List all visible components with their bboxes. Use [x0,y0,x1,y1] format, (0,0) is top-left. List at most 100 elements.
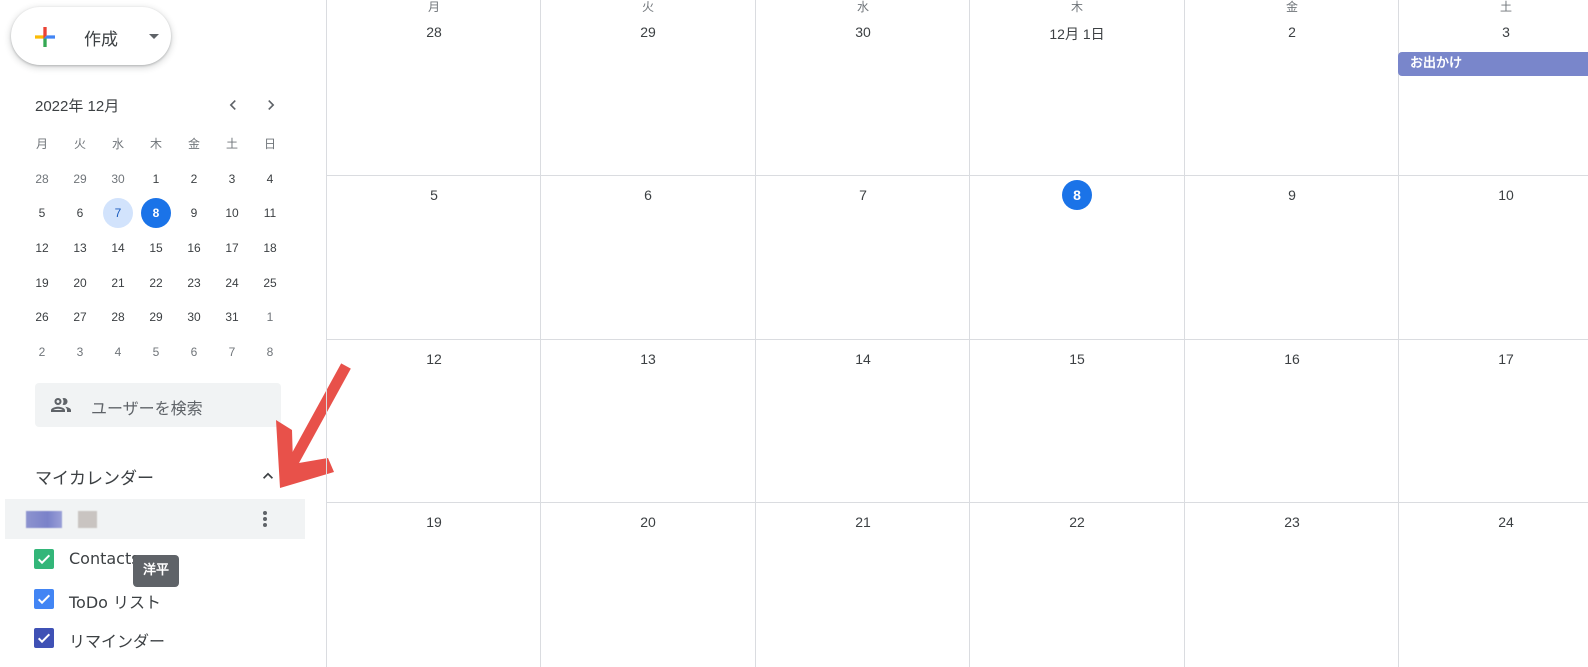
mini-day[interactable]: 10 [213,198,251,228]
mini-day[interactable]: 5 [23,198,61,228]
day-number[interactable]: 3 [1399,24,1588,40]
mini-day[interactable]: 6 [175,337,213,367]
day-number[interactable]: 29 [541,24,755,40]
mini-day[interactable]: 19 [23,268,61,298]
more-options-icon[interactable] [257,508,273,530]
next-month-button[interactable] [261,95,281,115]
day-number[interactable]: 23 [1185,514,1399,530]
mini-day[interactable]: 3 [61,337,99,367]
mini-day[interactable]: 9 [175,198,213,228]
calendar-item-contacts[interactable]: Contacts [34,548,140,570]
mini-day-today[interactable]: 8 [137,198,175,229]
day-number[interactable]: 20 [541,514,755,530]
todo-checkbox[interactable] [34,589,54,609]
day-number[interactable]: 7 [756,187,970,203]
mini-day[interactable]: 30 [175,302,213,332]
mini-week-row: 12 13 14 15 16 17 18 [23,231,289,266]
day-number[interactable]: 16 [1185,351,1399,367]
mini-day[interactable]: 4 [251,164,289,194]
search-people-input[interactable]: ユーザーを検索 [35,383,281,427]
calendar-item-todo[interactable]: ToDo リスト [34,588,161,612]
mini-day[interactable]: 31 [213,302,251,332]
mini-calendar-grid: 月 火 水 木 金 土 日 28 29 30 1 2 3 4 5 6 7 8 9… [23,127,289,369]
mini-day[interactable]: 6 [61,198,99,228]
search-people-placeholder: ユーザーを検索 [91,399,203,418]
mini-day[interactable]: 13 [61,233,99,263]
mini-weekday: 水 [111,137,124,152]
mini-day[interactable]: 4 [99,337,137,367]
grid-line [1184,0,1185,667]
mini-day[interactable]: 14 [99,233,137,263]
mini-day[interactable]: 8 [251,337,289,367]
mini-weekday: 土 [225,137,238,152]
mini-day[interactable]: 30 [99,164,137,194]
contacts-checkbox[interactable] [34,549,54,569]
day-number[interactable]: 19 [327,514,541,530]
mini-day[interactable]: 15 [137,233,175,263]
mini-day[interactable]: 23 [175,268,213,298]
weekday-label: 水 [856,0,869,14]
my-calendars-header[interactable]: マイカレンダー [35,464,280,489]
day-number[interactable]: 21 [756,514,970,530]
mini-day[interactable]: 5 [137,337,175,367]
event-chip[interactable]: お出かけ [1398,52,1588,76]
mini-day[interactable]: 25 [251,268,289,298]
create-button[interactable]: 作成 [11,7,171,65]
day-number[interactable]: 24 [1399,514,1588,530]
grid-line [755,0,756,667]
day-number[interactable]: 10 [1399,187,1588,203]
chevron-up-icon[interactable] [258,466,278,486]
day-number[interactable]: 15 [970,351,1184,367]
day-number[interactable]: 2 [1185,24,1399,40]
mini-calendar-header: 2022年 12月 [35,95,285,117]
mini-day[interactable]: 28 [99,302,137,332]
mini-day[interactable]: 1 [137,164,175,194]
day-number[interactable]: 6 [541,187,755,203]
reminders-checkbox[interactable] [34,628,54,648]
sidebar: 作成 2022年 12月 月 火 水 木 金 土 日 28 29 30 1 2 … [0,0,327,667]
plus-icon [35,27,55,47]
mini-week-row: 19 20 21 22 23 24 25 [23,265,289,300]
day-number[interactable]: 30 [756,24,970,40]
day-number[interactable]: 28 [327,24,541,40]
mini-day[interactable]: 2 [23,337,61,367]
mini-day[interactable]: 27 [61,302,99,332]
mini-day[interactable]: 7 [213,337,251,367]
mini-day-selected[interactable]: 7 [99,198,137,229]
day-number[interactable]: 5 [327,187,541,203]
mini-day[interactable]: 18 [251,233,289,263]
mini-day[interactable]: 26 [23,302,61,332]
mini-day[interactable]: 29 [137,302,175,332]
mini-day[interactable]: 11 [251,198,289,228]
mini-weekday: 月 [35,137,48,152]
mini-day[interactable]: 20 [61,268,99,298]
day-number-today[interactable]: 8 [970,180,1184,210]
mini-day[interactable]: 16 [175,233,213,263]
calendar-item-label: ToDo リスト [69,593,162,612]
check-icon [37,594,51,605]
prev-month-button[interactable] [223,95,243,115]
mini-day[interactable]: 29 [61,164,99,194]
day-number[interactable]: 12 [327,351,541,367]
mini-day[interactable]: 28 [23,164,61,194]
mini-day[interactable]: 1 [251,302,289,332]
mini-day[interactable]: 3 [213,164,251,194]
mini-weekday-row: 月 火 水 木 金 土 日 [23,127,289,162]
day-number[interactable]: 9 [1185,187,1399,203]
calendar-item-reminders[interactable]: リマインダー [34,627,165,651]
redacted-calendar-name [78,511,97,528]
mini-day[interactable]: 21 [99,268,137,298]
day-number[interactable]: 12月 1日 [970,24,1184,44]
today-badge[interactable]: 8 [1062,180,1092,210]
day-number[interactable]: 14 [756,351,970,367]
day-number[interactable]: 17 [1399,351,1588,367]
mini-day[interactable]: 2 [175,164,213,194]
mini-day[interactable]: 12 [23,233,61,263]
mini-day[interactable]: 24 [213,268,251,298]
grid-line [327,502,1588,503]
day-number[interactable]: 22 [970,514,1184,530]
tooltip: 洋平 [133,555,180,587]
mini-day[interactable]: 22 [137,268,175,298]
day-number[interactable]: 13 [541,351,755,367]
mini-day[interactable]: 17 [213,233,251,263]
